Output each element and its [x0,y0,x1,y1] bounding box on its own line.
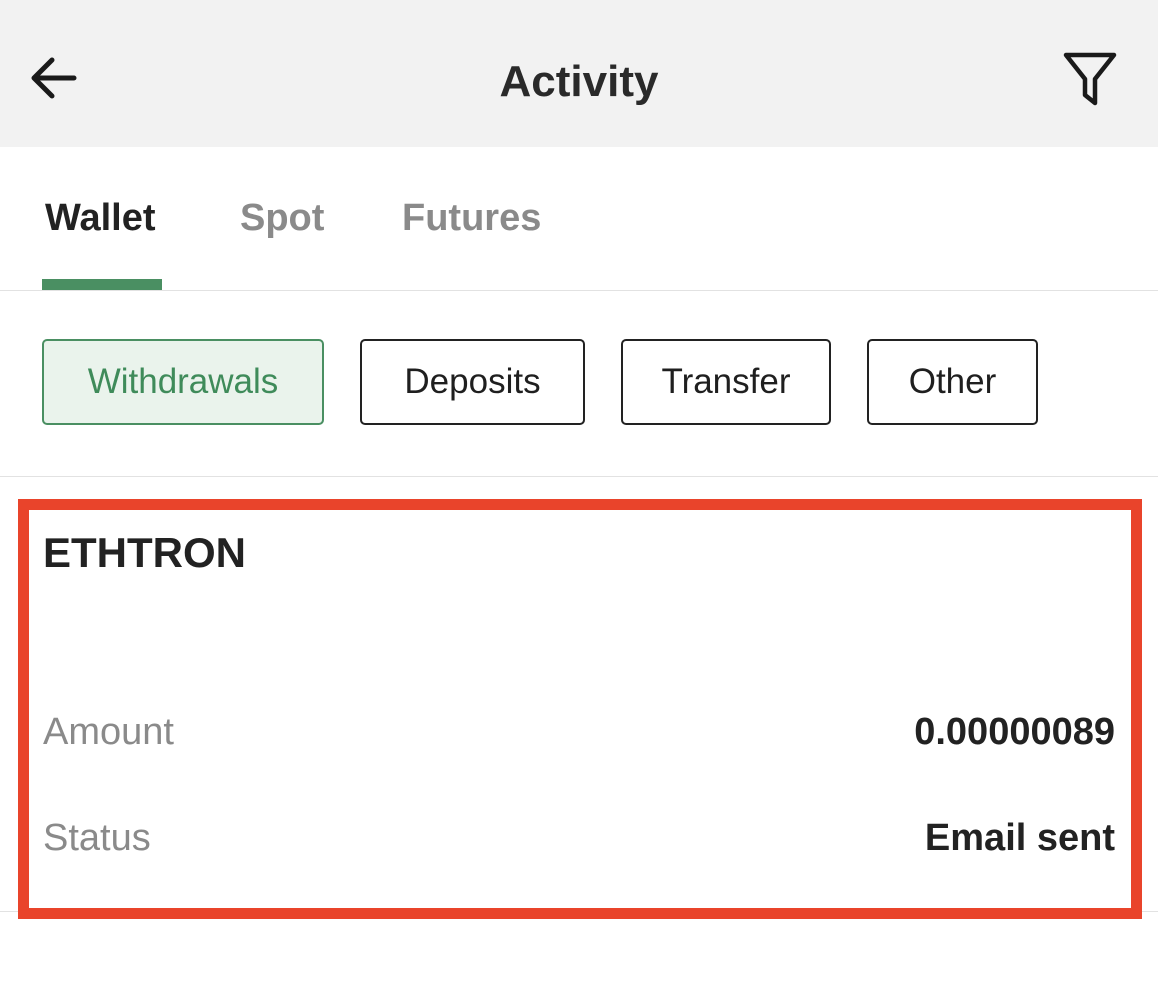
tab-bar: Wallet Spot Futures [0,147,1158,291]
transaction-card[interactable]: ETHTRON Amount 0.00000089 Status Email s… [0,477,1158,919]
amount-label: Amount [43,711,174,753]
funnel-icon [1063,52,1117,106]
amount-value: 0.00000089 [914,711,1115,753]
filter-chip-withdrawals[interactable]: Withdrawals [42,339,324,425]
coin-name: ETHTRON [43,529,246,576]
filter-chip-transfer[interactable]: Transfer [621,339,831,425]
status-label: Status [43,817,151,859]
filter-chip-group: Withdrawals Deposits Transfer Other [0,291,1158,477]
filter-button[interactable] [1060,50,1120,110]
tab-futures[interactable]: Futures [402,193,541,243]
page-title: Activity [499,57,659,106]
status-value: Email sent [924,817,1115,859]
top-app-bar: Activity [0,0,1158,147]
active-tab-indicator [42,279,162,290]
tab-spot[interactable]: Spot [240,193,324,243]
filter-chip-deposits[interactable]: Deposits [360,339,585,425]
tab-wallet[interactable]: Wallet [45,193,156,243]
filter-chip-other[interactable]: Other [867,339,1038,425]
